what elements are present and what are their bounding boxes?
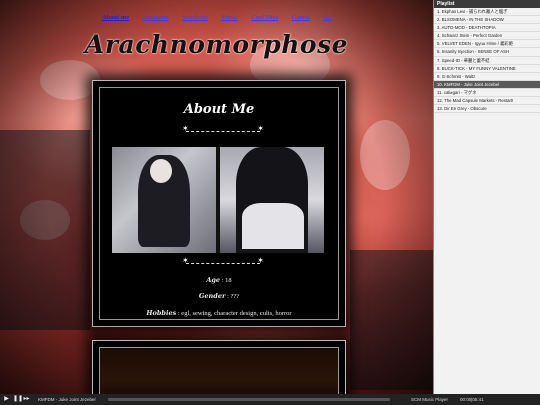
gender-label: Gender xyxy=(198,292,226,300)
age-label: Age xyxy=(206,276,221,284)
divider-top: ✶ ✶ xyxy=(182,124,264,134)
playlist-panel: Playlist 1. Ekphas Levi - 捕らわれ離人と騒ぎ 2. BL… xyxy=(433,0,540,394)
play-icon[interactable]: ▶ xyxy=(3,396,10,403)
playlist-track[interactable]: 3. AUTO-MOD - DEATHTOPIA xyxy=(434,24,540,33)
playlist-track[interactable]: 7. Speed-ID - 華麗と蕾不結 xyxy=(434,57,540,65)
star-icon: ✶ xyxy=(257,256,264,265)
playlist-track[interactable]: 10. KMFDM - Juke Joint Jezebel xyxy=(434,80,540,89)
nav-link-games[interactable]: Games xyxy=(292,14,310,21)
now-playing-text: KMFDM - Juke Joint Jezebel xyxy=(38,397,96,402)
nav-link-cool-sites[interactable]: Cool Sites xyxy=(251,14,278,21)
age-field: Age : 18 xyxy=(100,276,338,284)
site-title: Arachnomorphose xyxy=(84,30,349,59)
seek-bar[interactable] xyxy=(108,398,390,401)
nav-link-wardrobe[interactable]: Wardrobe xyxy=(182,14,207,21)
playlist-track[interactable]: 9. G-Schmitt - Waltz xyxy=(434,73,540,81)
playlist-track[interactable]: 12. The Mad Capsule Markets - Restart! xyxy=(434,97,540,106)
playlist-track[interactable]: 4. Schwarz Stein - Perfect Garden xyxy=(434,32,540,41)
playlist-track[interactable]: 8. BUCK-TICK - MY FUNNY VALENTINE xyxy=(434,65,540,73)
second-panel-frame xyxy=(99,347,339,401)
about-panel-frame: About Me ✶ ✶ ✶ ✶ Age : 18 Gender : ??? H… xyxy=(99,87,339,320)
hobbies-label: Hobbies xyxy=(146,309,177,317)
track-list: 1. Ekphas Levi - 捕らわれ離人と騒ぎ 2. BLSOMENA - … xyxy=(434,8,540,114)
hobbies-value: : egl, sewing, character design, cults, … xyxy=(177,310,292,317)
about-heading: About Me xyxy=(183,102,255,117)
second-panel xyxy=(92,340,346,402)
gender-field: Gender : ??? xyxy=(100,292,338,300)
playlist-track[interactable]: 6. Insanity Injection - SENSE OF ASH xyxy=(434,48,540,57)
music-player-bar: ▶ ❚❚ ▸▸ KMFDM - Juke Joint Jezebel SCM M… xyxy=(0,394,540,405)
playlist-track[interactable]: 5. VELVET EDEN - Igyuu Hime / 義彩姫 xyxy=(434,40,540,49)
playlist-track[interactable]: 11. cali≠gari - マグネ xyxy=(434,89,540,98)
age-value: : 18 xyxy=(221,277,232,284)
nav-link-instagram[interactable]: Instagram xyxy=(143,14,169,21)
gender-value: : ??? xyxy=(227,293,240,300)
playlist-track[interactable]: 2. BLSOMENA - IN THE SHADOW xyxy=(434,16,540,25)
about-panel: About Me ✶ ✶ ✶ ✶ Age : 18 Gender : ??? H… xyxy=(92,80,346,327)
profile-photo xyxy=(112,147,324,253)
next-icon[interactable]: ▸▸ xyxy=(23,396,30,403)
hobbies-field: Hobbies : egl, sewing, character design,… xyxy=(100,309,338,317)
divider-bottom: ✶ ✶ xyxy=(182,256,264,266)
top-navigation: About me Instagram Wardrobe Music Cool S… xyxy=(0,14,433,21)
playlist-track[interactable]: 13. Dir En Grey - Obscure xyxy=(434,105,540,114)
star-icon: ✶ xyxy=(257,124,264,133)
pause-icon[interactable]: ❚❚ xyxy=(13,396,23,403)
nav-link-about-me[interactable]: About me xyxy=(102,14,129,21)
player-name: SCM Music Player xyxy=(411,397,449,402)
player-time: 00:00|05:41 xyxy=(460,397,484,402)
nav-link-music[interactable]: Music xyxy=(221,14,237,21)
playlist-track[interactable]: 1. Ekphas Levi - 捕らわれ離人と騒ぎ xyxy=(434,8,540,17)
nav-link-etc[interactable]: etc xyxy=(324,14,332,21)
playlist-title: Playlist xyxy=(434,0,540,8)
